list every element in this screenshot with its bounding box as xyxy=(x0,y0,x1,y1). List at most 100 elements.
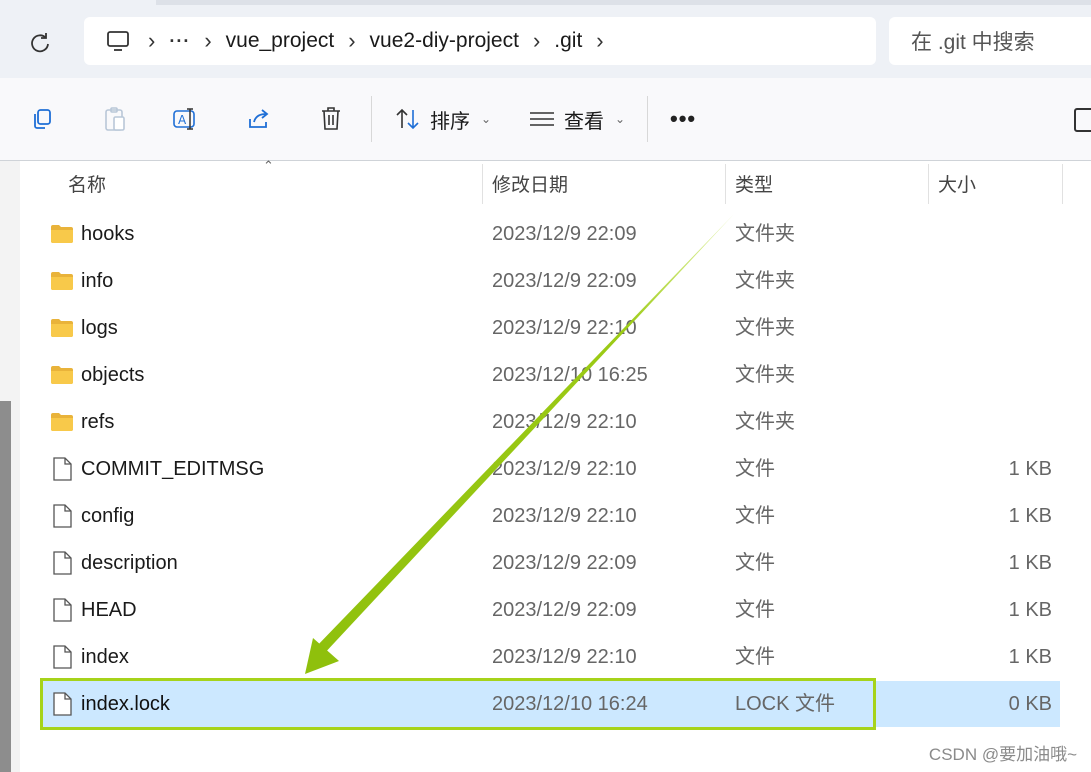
rename-icon: A xyxy=(173,108,195,130)
view-label: 查看 xyxy=(564,110,604,133)
file-name: refs xyxy=(81,411,115,433)
file-name: COMMIT_EDITMSG xyxy=(81,458,265,480)
column-divider[interactable] xyxy=(482,164,483,204)
file-type: 文件夹 xyxy=(735,317,795,339)
delete-button[interactable] xyxy=(315,103,347,135)
share-button[interactable] xyxy=(243,103,275,135)
crumb-vue2-diy-project[interactable]: vue2-diy-project xyxy=(370,29,519,53)
crumb-git[interactable]: .git xyxy=(554,29,582,53)
more-icon[interactable]: ••• xyxy=(670,106,696,132)
file-row[interactable]: hooks 2023/12/9 22:09 文件夹 xyxy=(40,211,1060,257)
sort-button[interactable]: 排序 ⌄ xyxy=(395,103,491,135)
breadcrumb[interactable]: › ··· › vue_project › vue2-diy-project ›… xyxy=(84,17,876,65)
file-type: 文件 xyxy=(735,599,775,621)
chevron-right-icon[interactable]: › xyxy=(204,30,211,52)
chevron-right-icon[interactable]: › xyxy=(596,30,603,52)
file-size: 1 KB xyxy=(1008,552,1052,574)
chevron-right-icon[interactable]: › xyxy=(348,30,355,52)
copy-button[interactable] xyxy=(26,103,58,135)
file-name: info xyxy=(81,270,114,292)
column-divider[interactable] xyxy=(725,164,726,204)
sort-ascending-icon: ⌃ xyxy=(263,158,274,173)
file-row[interactable]: description 2023/12/9 22:09 文件 1 KB xyxy=(40,540,1060,586)
column-header-size[interactable]: 大小 xyxy=(938,161,976,205)
tab-strip-edge xyxy=(156,0,1091,5)
file-name: logs xyxy=(81,317,118,339)
file-type: 文件 xyxy=(735,646,775,668)
column-header-name[interactable]: 名称 xyxy=(68,161,106,205)
address-bar: › ··· › vue_project › vue2-diy-project ›… xyxy=(0,0,1091,79)
file-row[interactable]: info 2023/12/9 22:09 文件夹 xyxy=(40,258,1060,304)
file-date: 2023/12/10 16:25 xyxy=(492,364,648,386)
paste-button[interactable] xyxy=(99,103,131,135)
navigation-pane xyxy=(0,161,20,772)
details-pane-icon[interactable] xyxy=(1074,108,1091,132)
file-date: 2023/12/9 22:10 xyxy=(492,505,637,527)
watermark: CSDN @要加油哦~ xyxy=(928,745,1077,764)
folder-icon xyxy=(50,315,74,341)
file-row[interactable]: refs 2023/12/9 22:10 文件夹 xyxy=(40,399,1060,445)
file-name: description xyxy=(81,552,178,574)
column-divider[interactable] xyxy=(928,164,929,204)
this-pc-button[interactable] xyxy=(102,25,134,57)
chevron-right-icon[interactable]: › xyxy=(533,30,540,52)
column-header-type[interactable]: 类型 xyxy=(735,161,773,205)
file-type: 文件夹 xyxy=(735,364,795,386)
sort-label: 排序 xyxy=(430,110,470,133)
file-type: 文件夹 xyxy=(735,411,795,433)
rename-button[interactable]: A xyxy=(170,103,202,135)
file-size: 1 KB xyxy=(1008,646,1052,668)
toolbar-divider xyxy=(647,96,648,142)
this-pc-icon xyxy=(107,31,129,51)
chevron-down-icon: ⌄ xyxy=(615,112,626,126)
column-header-date[interactable]: 修改日期 xyxy=(492,161,568,205)
view-button[interactable]: 查看 ⌄ xyxy=(529,103,625,135)
file-row[interactable]: logs 2023/12/9 22:10 文件夹 xyxy=(40,305,1060,351)
crumb-vue-project[interactable]: vue_project xyxy=(226,29,335,53)
file-row[interactable]: config 2023/12/9 22:10 文件 1 KB xyxy=(40,493,1060,539)
file-icon xyxy=(50,456,74,482)
folder-icon xyxy=(50,221,74,247)
file-date: 2023/12/9 22:10 xyxy=(492,458,637,480)
file-name: config xyxy=(81,505,135,527)
file-date: 2023/12/9 22:10 xyxy=(492,646,637,668)
copy-icon xyxy=(34,109,51,129)
file-name: hooks xyxy=(81,223,135,245)
file-date: 2023/12/9 22:09 xyxy=(492,270,637,292)
file-icon xyxy=(50,503,74,529)
column-label: 类型 xyxy=(735,174,774,196)
view-icon xyxy=(530,112,554,126)
file-date: 2023/12/9 22:10 xyxy=(492,317,637,339)
file-row[interactable]: index 2023/12/9 22:10 文件 1 KB xyxy=(40,634,1060,680)
search-placeholder: 在 .git 中搜索 xyxy=(911,31,1035,54)
file-type: 文件夹 xyxy=(735,223,795,245)
folder-icon xyxy=(50,268,74,294)
svg-text:A: A xyxy=(178,113,187,127)
highlight-box xyxy=(40,678,876,730)
file-name: HEAD xyxy=(81,599,137,621)
column-label: 大小 xyxy=(938,174,977,196)
chevron-right-icon[interactable]: › xyxy=(148,30,155,52)
file-row[interactable]: COMMIT_EDITMSG 2023/12/9 22:10 文件 1 KB xyxy=(40,446,1060,492)
file-date: 2023/12/9 22:10 xyxy=(492,411,637,433)
file-type: 文件 xyxy=(735,552,775,574)
file-type: 文件 xyxy=(735,458,775,480)
column-divider[interactable] xyxy=(1062,164,1063,204)
folder-icon xyxy=(50,409,74,435)
file-row[interactable]: HEAD 2023/12/9 22:09 文件 1 KB xyxy=(40,587,1060,633)
toolbar-divider xyxy=(371,96,372,142)
file-date: 2023/12/9 22:09 xyxy=(492,599,637,621)
file-name: objects xyxy=(81,364,145,386)
more-crumbs-button[interactable]: ··· xyxy=(169,31,190,52)
refresh-button[interactable] xyxy=(22,28,58,58)
file-icon xyxy=(50,644,74,670)
file-date: 2023/12/9 22:09 xyxy=(492,552,637,574)
column-label: 修改日期 xyxy=(492,174,569,196)
scrollbar-thumb[interactable] xyxy=(0,401,11,772)
paste-icon xyxy=(105,107,125,131)
sort-icon xyxy=(396,108,419,130)
search-input[interactable]: 在 .git 中搜索 xyxy=(889,17,1091,65)
share-icon xyxy=(249,109,269,128)
file-row[interactable]: objects 2023/12/10 16:25 文件夹 xyxy=(40,352,1060,398)
file-icon xyxy=(50,597,74,623)
